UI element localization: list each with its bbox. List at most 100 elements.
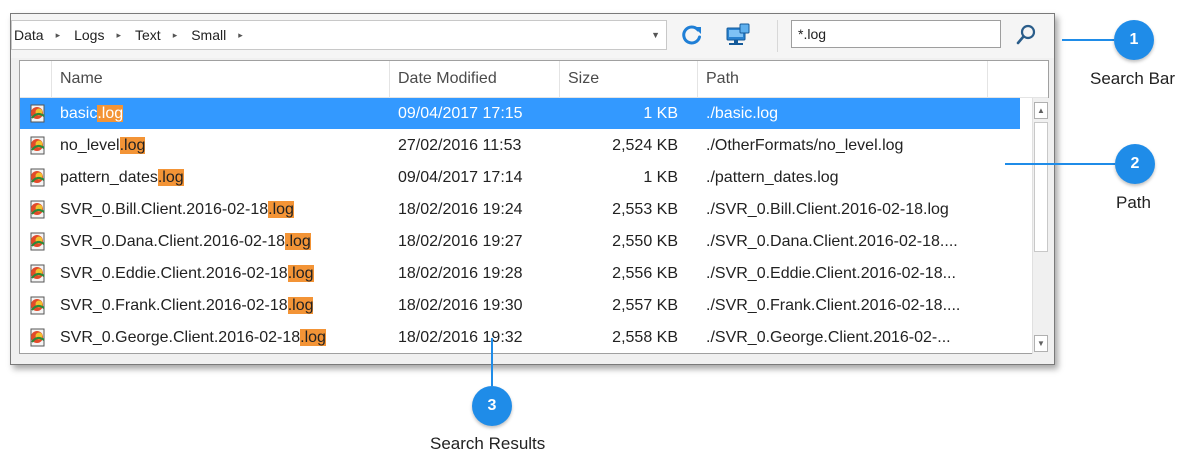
breadcrumb[interactable]: Data ▸ Logs ▸ Text ▸ Small ▸ ▼ — [11, 20, 667, 50]
callout-label-search-bar: Search Bar — [1090, 69, 1176, 88]
column-header-path[interactable]: Path — [698, 61, 988, 97]
file-name: SVR_0.Eddie.Client.2016-02-18.log — [60, 258, 314, 289]
search-match-highlight: .log — [285, 233, 311, 250]
scroll-thumb[interactable] — [1034, 122, 1048, 252]
file-name-base: SVR_0.Bill.Client.2016-02-18 — [60, 201, 269, 218]
search-match-highlight: .log — [287, 265, 314, 282]
icon-column-header — [20, 61, 52, 97]
file-name: SVR_0.George.Client.2016-02-18.log — [60, 322, 326, 353]
toolbar: Data ▸ Logs ▸ Text ▸ Small ▸ ▼ *.log — [11, 14, 1054, 58]
log-file-icon — [28, 104, 48, 124]
search-results-list: Name Date Modified Size Path basic.log 09… — [19, 60, 1049, 354]
file-name-base: no_level — [60, 137, 120, 154]
file-size: 2,550 KB — [612, 233, 678, 250]
table-row[interactable]: SVR_0.Bill.Client.2016-02-18.log 18/02/20… — [20, 194, 1020, 225]
file-size: 2,556 KB — [612, 265, 678, 282]
file-size: 1 KB — [643, 105, 678, 122]
scroll-down-icon[interactable]: ▼ — [1034, 335, 1048, 352]
log-file-icon — [28, 200, 48, 220]
file-browser-window: Data ▸ Logs ▸ Text ▸ Small ▸ ▼ *.log Nam… — [10, 13, 1055, 365]
vertical-scrollbar[interactable]: ▲ ▼ — [1032, 98, 1049, 354]
file-path: ./SVR_0.George.Client.2016-02-... — [706, 329, 951, 346]
file-path: ./pattern_dates.log — [706, 169, 839, 186]
network-drive-button[interactable] — [723, 20, 753, 50]
callout-line — [1062, 39, 1114, 41]
file-path: ./SVR_0.Eddie.Client.2016-02-18... — [706, 265, 956, 282]
breadcrumb-item[interactable]: Text — [135, 27, 161, 43]
file-name: SVR_0.Dana.Client.2016-02-18.log — [60, 226, 311, 257]
chevron-right-icon[interactable]: ▸ — [116, 30, 121, 41]
search-match-highlight: .log — [287, 297, 314, 314]
column-header-size[interactable]: Size — [560, 61, 698, 97]
file-name-base: SVR_0.Eddie.Client.2016-02-18 — [60, 265, 288, 282]
file-name-base: SVR_0.Frank.Client.2016-02-18 — [60, 297, 288, 314]
file-size: 2,553 KB — [612, 201, 678, 218]
file-name-base: SVR_0.George.Client.2016-02-18 — [60, 329, 301, 346]
file-name: SVR_0.Bill.Client.2016-02-18.log — [60, 194, 294, 225]
file-size: 2,557 KB — [612, 297, 678, 314]
callout-label-path: Path — [1116, 193, 1151, 212]
table-row[interactable]: pattern_dates.log 09/04/2017 17:14 1 KB ./p… — [20, 162, 1020, 193]
table-row[interactable]: SVR_0.Eddie.Client.2016-02-18.log 18/02/2… — [20, 258, 1020, 289]
file-date: 18/02/2016 19:24 — [398, 201, 523, 218]
chevron-right-icon[interactable]: ▸ — [238, 30, 243, 41]
chevron-right-icon[interactable]: ▸ — [173, 30, 178, 41]
search-match-highlight: .log — [119, 137, 146, 154]
log-file-icon — [28, 296, 48, 316]
file-name: basic.log — [60, 98, 124, 129]
file-path: ./OtherFormats/no_level.log — [706, 137, 904, 154]
file-name: pattern_dates.log — [60, 162, 184, 193]
search-input[interactable]: *.log — [791, 20, 1001, 48]
table-row[interactable]: SVR_0.Dana.Client.2016-02-18.log 18/02/20… — [20, 226, 1020, 257]
breadcrumb-item[interactable]: Data — [14, 27, 44, 43]
file-path: ./SVR_0.Bill.Client.2016-02-18.log — [706, 201, 949, 218]
file-date: 18/02/2016 19:30 — [398, 297, 523, 314]
file-date: 09/04/2017 17:14 — [398, 169, 523, 186]
table-row[interactable]: SVR_0.George.Client.2016-02-18.log 18/02/… — [20, 322, 1020, 353]
file-size: 2,524 KB — [612, 137, 678, 154]
breadcrumb-item[interactable]: Logs — [74, 27, 104, 43]
table-row[interactable]: basic.log 09/04/2017 17:15 1 KB ./basic.log — [20, 98, 1020, 129]
file-path: ./SVR_0.Frank.Client.2016-02-18.... — [706, 297, 961, 314]
breadcrumb-item[interactable]: Small — [191, 27, 226, 43]
search-match-highlight: .log — [157, 169, 184, 186]
table-row[interactable]: SVR_0.Frank.Client.2016-02-18.log 18/02/2… — [20, 290, 1020, 321]
callout-line — [491, 338, 493, 386]
file-date: 18/02/2016 19:27 — [398, 233, 523, 250]
search-match-highlight: .log — [268, 201, 294, 218]
file-path: ./basic.log — [706, 105, 779, 122]
file-date: 27/02/2016 11:53 — [398, 137, 522, 154]
toolbar-divider — [777, 20, 778, 52]
log-file-icon — [28, 232, 48, 252]
log-file-icon — [28, 168, 48, 188]
network-drive-icon — [726, 23, 750, 45]
file-date: 09/04/2017 17:15 — [398, 105, 523, 122]
callout-badge-3: 3 — [472, 386, 512, 426]
search-match-highlight: .log — [97, 105, 124, 122]
file-name-base: basic — [60, 105, 98, 122]
file-size: 2,558 KB — [612, 329, 678, 346]
refresh-button[interactable] — [677, 20, 707, 50]
search-button[interactable] — [1011, 20, 1041, 50]
scroll-up-icon[interactable]: ▲ — [1034, 102, 1048, 119]
callout-line — [1005, 163, 1115, 165]
callout-badge-1: 1 — [1114, 20, 1154, 60]
search-icon — [1016, 24, 1036, 45]
file-date: 18/02/2016 19:28 — [398, 265, 523, 282]
file-path: ./SVR_0.Dana.Client.2016-02-18.... — [706, 233, 958, 250]
refresh-icon — [682, 25, 701, 45]
chevron-down-icon[interactable]: ▼ — [651, 30, 660, 40]
column-header-row: Name Date Modified Size Path — [20, 61, 1048, 98]
log-file-icon — [28, 264, 48, 284]
column-header-date[interactable]: Date Modified — [390, 61, 560, 97]
log-file-icon — [28, 136, 48, 156]
file-name: SVR_0.Frank.Client.2016-02-18.log — [60, 290, 314, 321]
callout-badge-2: 2 — [1115, 144, 1155, 184]
file-name-base: SVR_0.Dana.Client.2016-02-18 — [60, 233, 286, 250]
column-header-name[interactable]: Name — [52, 61, 390, 97]
chevron-right-icon[interactable]: ▸ — [56, 30, 61, 41]
file-size: 1 KB — [643, 169, 678, 186]
table-row[interactable]: no_level.log 27/02/2016 11:53 2,524 KB ./Ot… — [20, 130, 1020, 161]
file-name-base: pattern_dates — [60, 169, 158, 186]
search-match-highlight: .log — [300, 329, 326, 346]
